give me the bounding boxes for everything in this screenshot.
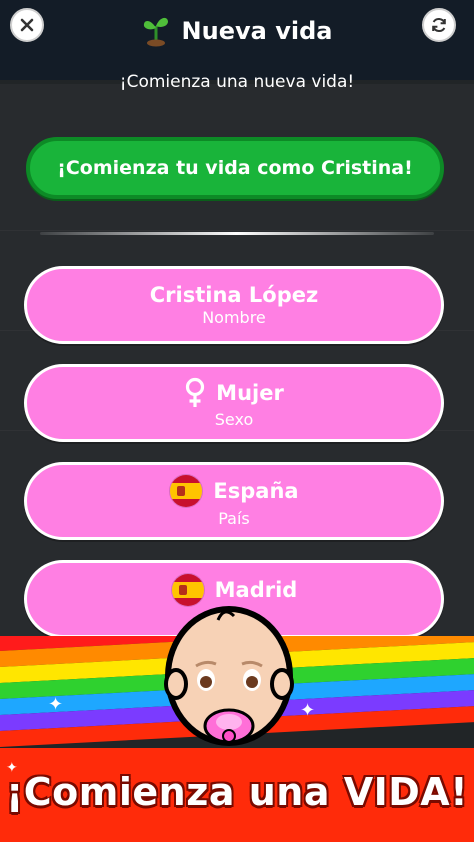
country-caption: País (218, 508, 250, 528)
sparkle-icon: ✦ (300, 700, 316, 721)
spain-flag-icon (169, 473, 204, 508)
sex-option-button[interactable]: Mujer Sexo (24, 364, 444, 442)
title-row: Nueva vida (0, 14, 474, 48)
sex-caption: Sexo (214, 409, 254, 429)
sex-value: Mujer (216, 380, 284, 405)
name-value: Cristina López (149, 282, 319, 307)
banner-text: ¡Comienza una VIDA! (5, 770, 469, 814)
page-title: Nueva vida (181, 17, 333, 45)
female-symbol-icon (186, 377, 205, 407)
page-subtitle: ¡Comienza una nueva vida! (119, 72, 355, 92)
sprout-icon (143, 17, 168, 47)
name-caption: Nombre (202, 307, 266, 327)
country-option-button[interactable]: España País (24, 462, 444, 540)
country-value: España (213, 478, 299, 503)
name-option-button[interactable]: Cristina López Nombre (24, 266, 444, 344)
sparkle-icon: ✦ (48, 694, 64, 715)
baby-face-icon (164, 606, 294, 746)
divider (40, 232, 434, 235)
start-life-button[interactable]: ¡Comienza tu vida como Cristina! (26, 137, 444, 199)
